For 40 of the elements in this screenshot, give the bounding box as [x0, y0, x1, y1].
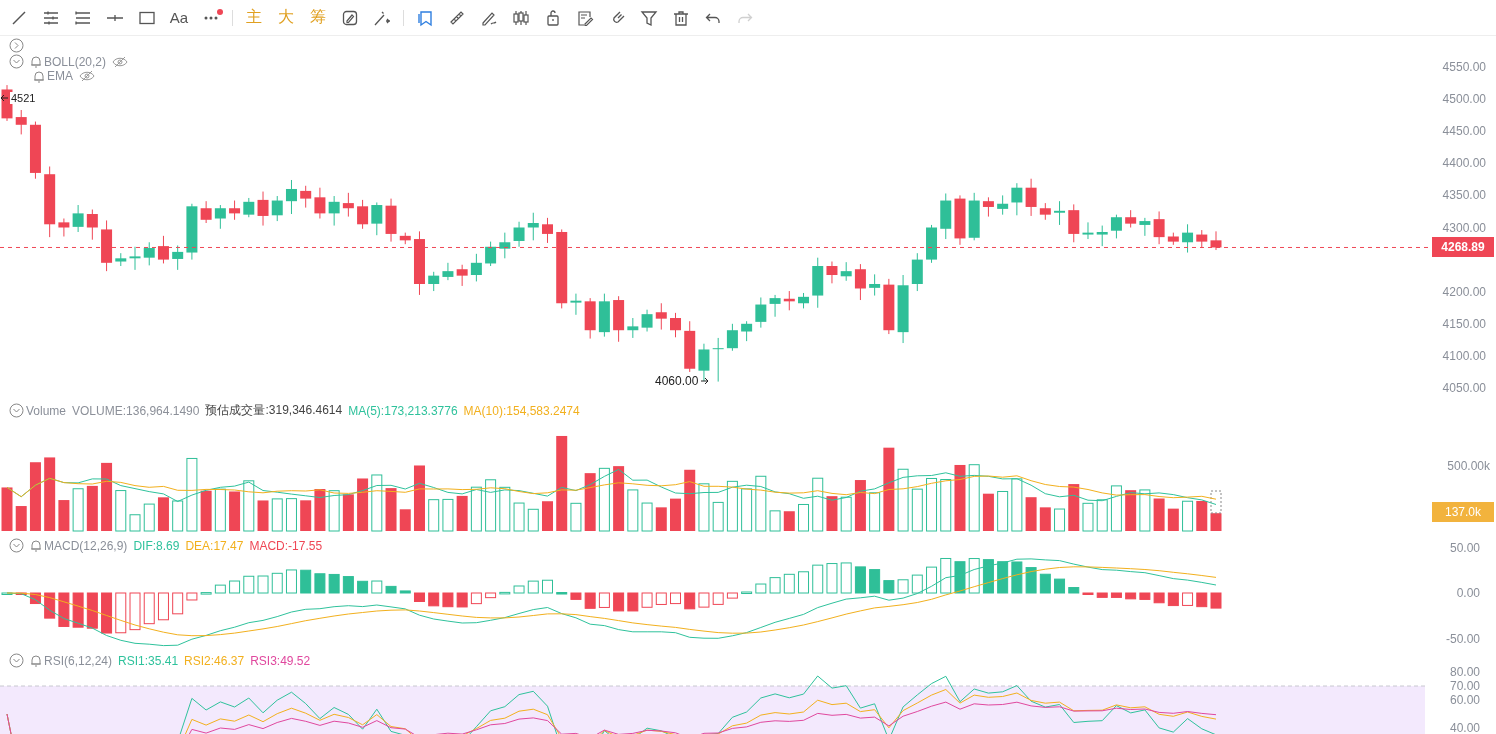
high-price-label: 4521: [10, 92, 37, 104]
indicator-name: MACD(12,26,9): [44, 538, 128, 553]
axis-label: 4150.00: [1442, 316, 1486, 331]
axis-label: -50.00: [1445, 632, 1480, 646]
indicator-value: DEA:17.47: [185, 538, 244, 553]
axis-label: 4400.00: [1442, 156, 1486, 171]
indicator-name: EMA: [47, 69, 73, 83]
last-price-tag: 4268.89: [1432, 237, 1494, 258]
axis-label: 40.00: [1449, 721, 1480, 734]
text-tool-button[interactable]: Aa: [164, 3, 194, 32]
axis-label: 4350.00: [1442, 188, 1486, 203]
axis-label: 50.00: [1449, 541, 1480, 555]
axis-label: 80.00: [1449, 665, 1480, 679]
volume-tag: 137.0k: [1432, 502, 1494, 523]
indicator-name: RSI(6,12,24): [44, 653, 113, 668]
indicator-value: RSI2:46.37: [184, 653, 245, 668]
indicator-value: DIF:8.69: [133, 538, 180, 553]
axis-label: 4500.00: [1442, 92, 1486, 107]
axis-label: 4300.00: [1442, 220, 1486, 235]
indicator-value: RSI3:49.52: [250, 653, 311, 668]
overlay-button[interactable]: 筹: [303, 3, 333, 32]
indicator-name: Volume: [26, 403, 67, 418]
indicator-value: 预估成交量:319,346.4614: [205, 402, 343, 419]
axis-label: 500.00k: [1447, 459, 1490, 473]
indicator-value: MA(10):154,583.2474: [463, 403, 580, 418]
indicator-name: BOLL(20,2): [44, 54, 107, 69]
overlay-button[interactable]: 大: [271, 3, 301, 32]
axis-label: 4100.00: [1442, 348, 1486, 363]
axis-label: 4550.00: [1442, 60, 1486, 74]
axis-label: 60.00: [1449, 693, 1480, 707]
indicator-value: MA(5):173,213.3776: [348, 403, 458, 418]
indicator-value: VOLUME:136,964.1490: [72, 403, 200, 418]
axis-label: 4050.00: [1442, 381, 1486, 395]
axis-label: 70.00: [1449, 679, 1480, 693]
indicator-value: MACD:-17.55: [249, 538, 323, 553]
indicator-value: RSI1:35.41: [118, 653, 179, 668]
axis-label: 4450.00: [1442, 124, 1486, 139]
axis-label: 4200.00: [1442, 284, 1486, 299]
overlay-button[interactable]: 主: [239, 3, 269, 32]
axis-label: 0.00: [1456, 586, 1480, 600]
